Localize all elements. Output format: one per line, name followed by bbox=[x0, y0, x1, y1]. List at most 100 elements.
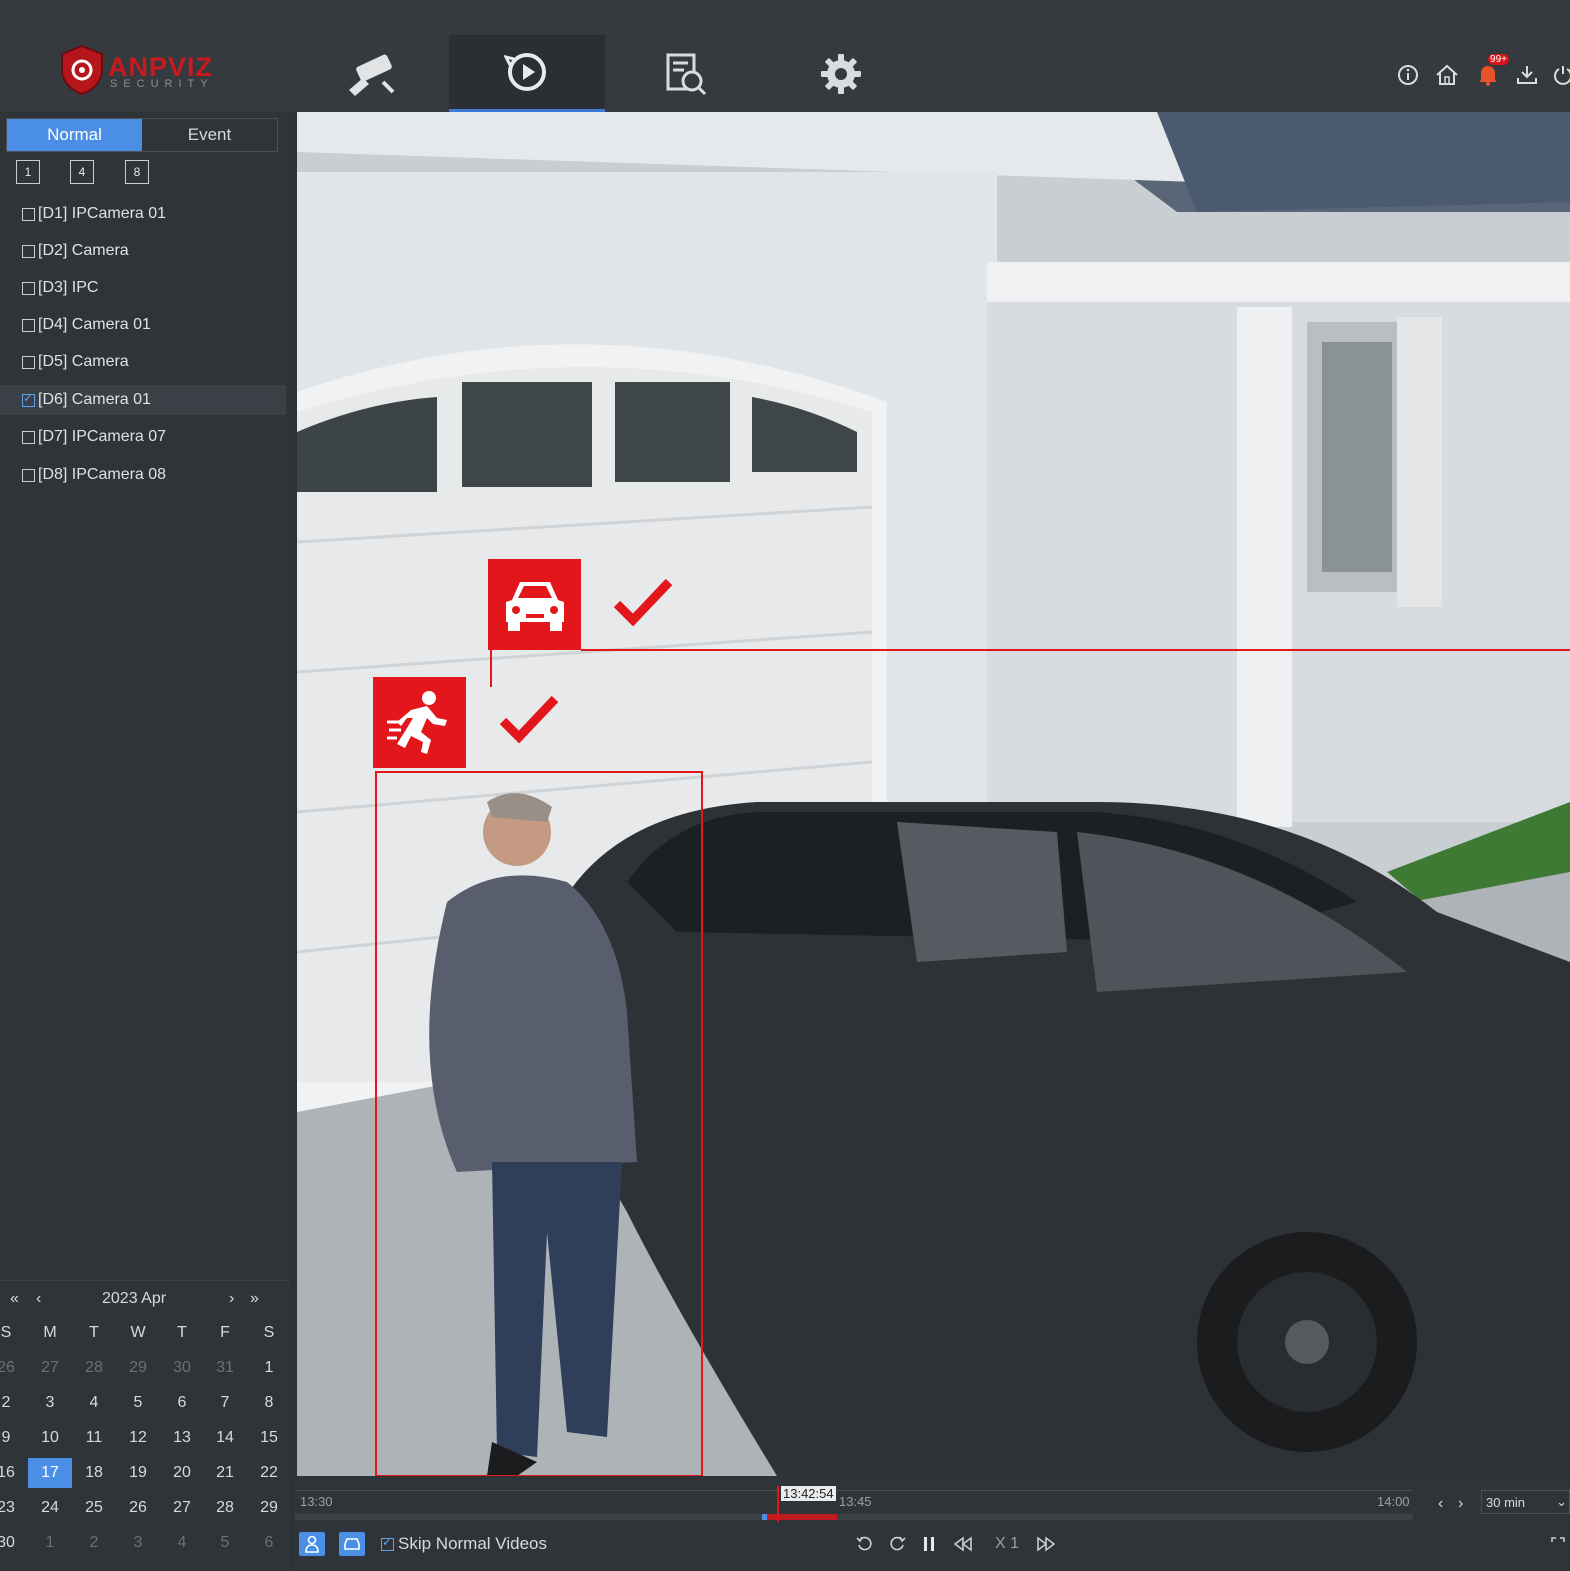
camera-checkbox[interactable] bbox=[22, 281, 35, 295]
calendar-day[interactable]: 5 bbox=[203, 1528, 247, 1558]
calendar-day[interactable]: 8 bbox=[247, 1388, 291, 1418]
calendar-day[interactable]: 26 bbox=[116, 1493, 160, 1523]
calendar-day[interactable]: 29 bbox=[247, 1493, 291, 1523]
zoom-select[interactable]: 30 min ⌄ bbox=[1481, 1490, 1570, 1514]
calendar-day[interactable]: 3 bbox=[28, 1388, 72, 1418]
camera-item[interactable]: [D8] IPCamera 08 bbox=[0, 460, 286, 490]
calendar-day[interactable]: 10 bbox=[28, 1423, 72, 1453]
camera-checkbox[interactable] bbox=[22, 391, 35, 407]
calendar-day[interactable]: 13 bbox=[160, 1423, 204, 1453]
fullscreen-button[interactable] bbox=[1550, 1532, 1566, 1556]
tab-normal[interactable]: Normal bbox=[7, 119, 142, 151]
calendar-day[interactable]: 23 bbox=[0, 1493, 28, 1523]
calendar-day[interactable]: 29 bbox=[116, 1353, 160, 1383]
alarm-button[interactable]: 99+ bbox=[1473, 54, 1509, 90]
skip-normal-toggle[interactable]: Skip Normal Videos bbox=[381, 1532, 547, 1556]
calendar-day[interactable]: 11 bbox=[72, 1423, 116, 1453]
calendar-day[interactable]: 1 bbox=[28, 1528, 72, 1558]
split-1-button[interactable]: 1 bbox=[16, 160, 40, 184]
detection-overlay bbox=[375, 649, 1570, 1476]
calendar-day[interactable]: 16 bbox=[0, 1458, 28, 1488]
calendar-day[interactable]: 28 bbox=[203, 1493, 247, 1523]
camera-item[interactable]: [D2] Camera bbox=[0, 236, 286, 266]
timeline-next-button[interactable]: › bbox=[1458, 1492, 1463, 1516]
camera-checkbox[interactable] bbox=[22, 468, 35, 482]
nav-live-view[interactable] bbox=[293, 35, 449, 112]
car-icon bbox=[344, 1538, 360, 1550]
calendar-day[interactable]: 7 bbox=[203, 1388, 247, 1418]
home-button[interactable] bbox=[1432, 60, 1462, 90]
calendar-title: 2023 Apr bbox=[102, 1290, 167, 1307]
rewind-30s-button[interactable] bbox=[855, 1532, 875, 1556]
camera-checkbox[interactable] bbox=[22, 318, 35, 332]
next-month-button[interactable]: › bbox=[229, 1287, 234, 1311]
time-cursor[interactable] bbox=[777, 1486, 779, 1522]
human-detection-badge bbox=[373, 677, 466, 768]
calendar-day[interactable]: 12 bbox=[116, 1423, 160, 1453]
tab-event[interactable]: Event bbox=[142, 119, 277, 151]
calendar-day[interactable]: 30 bbox=[0, 1528, 28, 1558]
video-playback-area[interactable] bbox=[297, 112, 1570, 1476]
calendar-day[interactable]: 18 bbox=[72, 1458, 116, 1488]
calendar-day[interactable]: 2 bbox=[0, 1388, 28, 1418]
speed-indicator: X 1 bbox=[995, 1535, 1020, 1552]
camera-checkbox[interactable] bbox=[22, 430, 35, 444]
calendar-day[interactable]: 14 bbox=[203, 1423, 247, 1453]
calendar-day[interactable]: 1 bbox=[247, 1353, 291, 1383]
camera-item[interactable]: [D4] Camera 01 bbox=[0, 310, 286, 340]
camera-item[interactable]: [D3] IPC bbox=[0, 273, 286, 303]
slow-down-button[interactable] bbox=[952, 1532, 974, 1556]
camera-label: [D8] IPCamera 08 bbox=[38, 466, 167, 483]
split-8-button[interactable]: 8 bbox=[125, 160, 149, 184]
calendar-day[interactable]: 3 bbox=[116, 1528, 160, 1558]
calendar-day[interactable]: 27 bbox=[28, 1353, 72, 1383]
split-4-button[interactable]: 4 bbox=[70, 160, 94, 184]
calendar-day[interactable]: 15 bbox=[247, 1423, 291, 1453]
vehicle-filter-button[interactable] bbox=[339, 1532, 365, 1556]
download-icon bbox=[1517, 66, 1537, 84]
calendar-day[interactable]: 25 bbox=[72, 1493, 116, 1523]
calendar-day[interactable]: 31 bbox=[203, 1353, 247, 1383]
calendar-day[interactable]: 2 bbox=[72, 1528, 116, 1558]
calendar-day[interactable]: 6 bbox=[247, 1528, 291, 1558]
calendar-day[interactable]: 21 bbox=[203, 1458, 247, 1488]
calendar-day[interactable]: 4 bbox=[160, 1528, 204, 1558]
calendar-day[interactable]: 5 bbox=[116, 1388, 160, 1418]
forward-30s-button[interactable] bbox=[887, 1532, 907, 1556]
download-button[interactable] bbox=[1512, 60, 1542, 90]
nav-settings[interactable] bbox=[763, 35, 919, 112]
calendar-day[interactable]: 27 bbox=[160, 1493, 204, 1523]
nav-search[interactable] bbox=[607, 35, 763, 112]
calendar-day[interactable]: 9 bbox=[0, 1423, 28, 1453]
calendar-day[interactable]: 30 bbox=[160, 1353, 204, 1383]
skip-normal-checkbox[interactable] bbox=[381, 1535, 394, 1551]
calendar-day[interactable]: 6 bbox=[160, 1388, 204, 1418]
calendar-day[interactable]: 28 bbox=[72, 1353, 116, 1383]
nav-playback[interactable] bbox=[449, 35, 605, 112]
power-button[interactable] bbox=[1548, 60, 1570, 90]
pause-button[interactable] bbox=[919, 1532, 939, 1556]
vehicle-detection-badge bbox=[488, 559, 581, 650]
human-filter-button[interactable] bbox=[299, 1532, 325, 1556]
camera-label: [D1] IPCamera 01 bbox=[38, 205, 167, 222]
speed-up-button[interactable] bbox=[1035, 1532, 1057, 1556]
timeline-prev-button[interactable]: ‹ bbox=[1438, 1492, 1443, 1516]
camera-item[interactable]: [D1] IPCamera 01 bbox=[0, 199, 286, 229]
calendar-day[interactable]: 26 bbox=[0, 1353, 28, 1383]
camera-checkbox[interactable] bbox=[22, 207, 35, 221]
camera-checkbox[interactable] bbox=[22, 355, 35, 369]
camera-item[interactable]: [D5] Camera bbox=[0, 347, 286, 377]
camera-item[interactable]: [D7] IPCamera 07 bbox=[0, 422, 286, 452]
next-year-button[interactable]: » bbox=[250, 1287, 259, 1311]
calendar-day[interactable]: 4 bbox=[72, 1388, 116, 1418]
calendar-day[interactable]: 19 bbox=[116, 1458, 160, 1488]
calendar-day[interactable]: 24 bbox=[28, 1493, 72, 1523]
prev-month-button[interactable]: ‹ bbox=[36, 1287, 41, 1311]
camera-checkbox[interactable] bbox=[22, 244, 35, 258]
prev-year-button[interactable]: « bbox=[10, 1287, 19, 1311]
calendar-day-selected[interactable]: 17 bbox=[28, 1458, 72, 1488]
camera-item-selected[interactable]: [D6] Camera 01 bbox=[0, 385, 286, 415]
info-button[interactable] bbox=[1393, 60, 1423, 90]
calendar-day[interactable]: 22 bbox=[247, 1458, 291, 1488]
calendar-day[interactable]: 20 bbox=[160, 1458, 204, 1488]
